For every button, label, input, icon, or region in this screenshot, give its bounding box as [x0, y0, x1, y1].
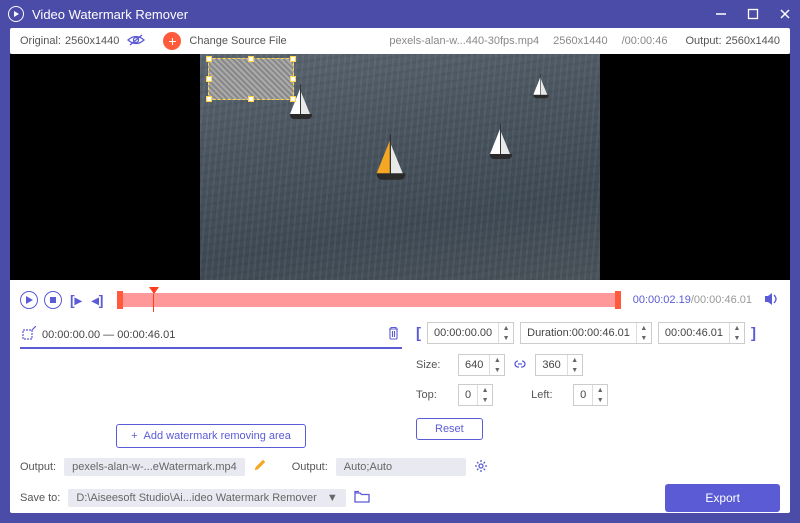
source-filename: pexels-alan-w...440-30fps.mp4: [389, 35, 539, 47]
size-row: Size: 640▲▼ 360▲▼: [416, 354, 780, 376]
plus-icon: +: [131, 430, 137, 442]
spin-down[interactable]: ▼: [593, 395, 607, 405]
segments-panel: 00:00:00.00 — 00:00:46.01 + Add watermar…: [20, 322, 402, 452]
reset-button[interactable]: Reset: [416, 418, 483, 440]
volume-icon[interactable]: [764, 292, 780, 309]
playback-row: [▸ ◂] 00:00:02.19/00:00:46.01: [20, 288, 780, 312]
top-label: Top:: [416, 389, 450, 401]
output-filename: pexels-alan-w-...eWatermark.mp4: [64, 458, 245, 476]
spin-up[interactable]: ▲: [593, 385, 607, 395]
delete-segment-icon[interactable]: [387, 326, 400, 343]
minimize-button[interactable]: [714, 7, 728, 21]
open-folder-icon[interactable]: [354, 490, 370, 506]
output-file-label: Output:: [20, 461, 56, 473]
bottom-row: Save to: D:\Aiseesoft Studio\Ai...ideo W…: [20, 484, 780, 512]
position-row: Top: 0▲▼ Left: 0▲▼: [416, 384, 780, 406]
spin-down[interactable]: ▼: [730, 333, 744, 343]
timecode: 00:00:02.19/00:00:46.01: [633, 294, 752, 306]
properties-panel: [ 00:00:00.00▲▼ Duration:00:00:46.01▲▼ 0…: [416, 322, 780, 452]
output-row: Output: pexels-alan-w-...eWatermark.mp4 …: [20, 458, 780, 476]
settings-icon[interactable]: [474, 459, 488, 476]
spin-down[interactable]: ▼: [478, 395, 492, 405]
segment-row[interactable]: 00:00:00.00 — 00:00:46.01: [20, 322, 402, 349]
spin-up[interactable]: ▲: [568, 355, 582, 365]
video-canvas[interactable]: [200, 54, 600, 280]
timeline[interactable]: [117, 293, 620, 307]
video-preview: [10, 54, 790, 280]
end-time-field[interactable]: 00:00:46.01▲▼: [658, 322, 745, 344]
spin-up[interactable]: ▲: [478, 385, 492, 395]
spin-up[interactable]: ▲: [637, 323, 651, 333]
original-label: Original:: [20, 35, 61, 47]
window-controls: [714, 7, 792, 21]
output-resolution: 2560x1440: [726, 35, 780, 47]
app-logo-icon: [8, 6, 24, 22]
chevron-down-icon: ▼: [327, 492, 338, 504]
spin-up[interactable]: ▲: [499, 323, 513, 333]
titlebar: Video Watermark Remover: [0, 0, 800, 28]
left-label: Left:: [531, 389, 565, 401]
add-area-label: Add watermark removing area: [144, 430, 291, 442]
playhead[interactable]: [149, 287, 159, 312]
source-resolution: 2560x1440: [553, 35, 607, 47]
duration-field[interactable]: Duration:00:00:46.01▲▼: [520, 322, 652, 344]
source-duration: /00:00:46: [622, 35, 668, 47]
link-aspect-icon[interactable]: [513, 358, 527, 373]
spin-up[interactable]: ▲: [490, 355, 504, 365]
maximize-button[interactable]: [746, 7, 760, 21]
height-field[interactable]: 360▲▼: [535, 354, 582, 376]
output-format-label: Output:: [292, 461, 328, 473]
left-field[interactable]: 0▲▼: [573, 384, 608, 406]
width-field[interactable]: 640▲▼: [458, 354, 505, 376]
play-button[interactable]: [20, 291, 38, 309]
spin-down[interactable]: ▼: [499, 333, 513, 343]
output-format: Auto;Auto: [336, 458, 466, 476]
close-button[interactable]: [778, 7, 792, 21]
set-out-button[interactable]: ◂]: [90, 292, 106, 309]
spin-down[interactable]: ▼: [568, 365, 582, 375]
timeline-in-handle[interactable]: [117, 291, 123, 309]
info-bar: Original: 2560x1440 + Change Source File…: [10, 28, 790, 54]
watermark-selection-box[interactable]: [208, 58, 294, 100]
app-title: Video Watermark Remover: [32, 7, 714, 22]
output-label: Output:: [685, 35, 721, 47]
size-label: Size:: [416, 359, 450, 371]
stop-button[interactable]: [44, 291, 62, 309]
bracket-out-icon[interactable]: ]: [751, 325, 756, 342]
spin-down[interactable]: ▼: [490, 365, 504, 375]
edit-filename-icon[interactable]: [253, 459, 266, 475]
spin-up[interactable]: ▲: [730, 323, 744, 333]
save-to-label: Save to:: [20, 492, 60, 504]
lower-panel: [▸ ◂] 00:00:02.19/00:00:46.01 00:00:00.0…: [10, 280, 790, 513]
preview-toggle-icon[interactable]: [127, 33, 145, 50]
add-source-button[interactable]: +: [163, 32, 181, 50]
original-resolution: 2560x1440: [65, 35, 119, 47]
start-time-field[interactable]: 00:00:00.00▲▼: [427, 322, 514, 344]
set-in-button[interactable]: [▸: [68, 292, 84, 309]
trim-row: [ 00:00:00.00▲▼ Duration:00:00:46.01▲▼ 0…: [416, 322, 780, 344]
export-button[interactable]: Export: [665, 484, 780, 512]
save-path-dropdown[interactable]: D:\Aiseesoft Studio\Ai...ideo Watermark …: [68, 489, 345, 507]
total-time: /00:00:46.01: [691, 294, 752, 306]
change-source-label[interactable]: Change Source File: [189, 35, 286, 47]
segment-range: 00:00:00.00 — 00:00:46.01: [42, 329, 387, 341]
timeline-out-handle[interactable]: [615, 291, 621, 309]
bracket-in-icon[interactable]: [: [416, 325, 421, 342]
spin-down[interactable]: ▼: [637, 333, 651, 343]
add-area-button[interactable]: + Add watermark removing area: [116, 424, 306, 448]
current-time: 00:00:02.19: [633, 294, 691, 306]
selection-icon: [22, 326, 36, 343]
top-field[interactable]: 0▲▼: [458, 384, 493, 406]
save-path: D:\Aiseesoft Studio\Ai...ideo Watermark …: [76, 492, 316, 504]
